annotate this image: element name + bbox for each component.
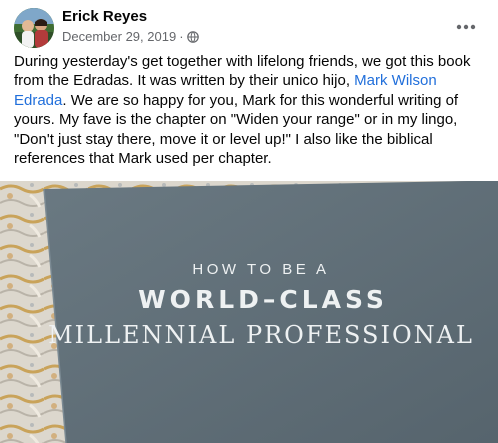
post-header: Erick Reyes December 29, 2019 · <box>14 5 484 48</box>
avatar[interactable] <box>14 8 54 48</box>
post-meta: December 29, 2019 · <box>62 29 199 44</box>
post-date[interactable]: December 29, 2019 <box>62 29 176 44</box>
book-title-line2: WORLD–CLASS <box>138 285 388 314</box>
meta-separator: · <box>179 29 184 44</box>
post-text: During yesterday's get together with lif… <box>14 52 484 168</box>
globe-icon <box>186 31 199 43</box>
book-title-line1: HOW TO BE A <box>192 261 330 278</box>
post-text-part2: . We are so happy for you, Mark for this… <box>14 91 459 168</box>
post-photo[interactable]: HOW TO BE A WORLD–CLASS MILLENNIAL PROFE… <box>0 181 498 443</box>
facebook-post: Erick Reyes December 29, 2019 · During y… <box>0 0 498 443</box>
author-name[interactable]: Erick Reyes <box>62 8 147 25</box>
book-title-line3: MILLENNIAL PROFESSIONAL <box>48 321 474 349</box>
more-options-icon[interactable] <box>450 11 482 43</box>
